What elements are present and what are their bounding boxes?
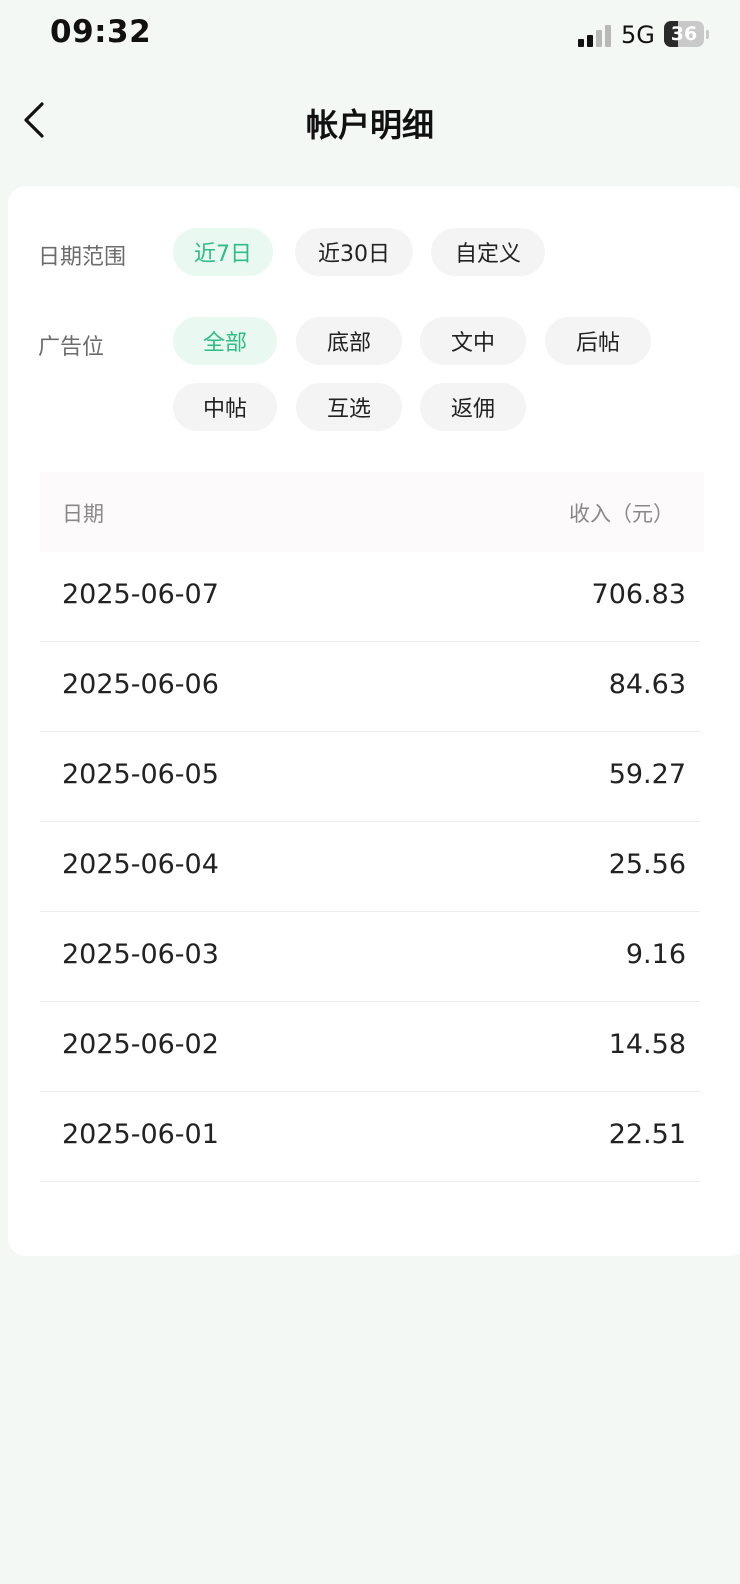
table-row: 2025-06-05 59.27	[40, 732, 700, 822]
row-date: 2025-06-03	[62, 939, 219, 970]
row-date: 2025-06-01	[62, 1119, 219, 1150]
table-row: 2025-06-03 9.16	[40, 912, 700, 1002]
ad-slot-option[interactable]: 返佣	[420, 383, 526, 431]
date-range-option[interactable]: 自定义	[431, 228, 545, 276]
signal-bar	[587, 35, 593, 47]
account-detail-card: 日期范围 近7日 近30日 自定义 广告位 全部 底部 文中 后帖 中帖 互选 …	[8, 186, 740, 1256]
income-table-body: 2025-06-07 706.83 2025-06-06 84.63 2025-…	[40, 552, 700, 1182]
table-header: 日期 收入（元）	[40, 472, 704, 552]
status-bar: 09:32 5G 36	[0, 0, 740, 72]
row-amount: 9.16	[625, 939, 686, 970]
row-amount: 59.27	[608, 759, 686, 790]
income-column-header: 收入（元）	[569, 502, 674, 526]
row-amount: 22.51	[608, 1119, 686, 1150]
ad-slot-option[interactable]: 互选	[296, 383, 402, 431]
row-amount: 84.63	[608, 669, 686, 700]
table-row: 2025-06-01 22.51	[40, 1092, 700, 1182]
battery-percent: 36	[670, 23, 698, 45]
ad-slot-option[interactable]: 中帖	[173, 383, 277, 431]
ad-slot-label: 广告位	[38, 335, 105, 360]
date-column-header: 日期	[62, 502, 104, 526]
row-date: 2025-06-05	[62, 759, 219, 790]
ad-slot-option[interactable]: 全部	[173, 317, 277, 365]
signal-bar	[596, 30, 602, 47]
table-row: 2025-06-07 706.83	[40, 552, 700, 642]
battery-tip	[706, 30, 709, 39]
cellular-signal-icon	[578, 25, 612, 47]
date-range-option[interactable]: 近30日	[295, 228, 413, 276]
ad-slot-option[interactable]: 文中	[420, 317, 526, 365]
signal-bar	[578, 39, 584, 47]
ad-slot-option[interactable]: 底部	[296, 317, 402, 365]
row-amount: 25.56	[608, 849, 686, 880]
row-date: 2025-06-04	[62, 849, 219, 880]
table-row: 2025-06-02 14.58	[40, 1002, 700, 1092]
row-date: 2025-06-07	[62, 579, 219, 610]
row-amount: 14.58	[608, 1029, 686, 1060]
date-range-option[interactable]: 近7日	[173, 228, 273, 276]
page-title: 帐户明细	[305, 106, 434, 144]
row-amount: 706.83	[591, 579, 686, 610]
ad-slot-option[interactable]: 后帖	[545, 317, 651, 365]
battery-icon: 36	[664, 21, 704, 47]
table-row: 2025-06-04 25.56	[40, 822, 700, 912]
table-row: 2025-06-06 84.63	[40, 642, 700, 732]
signal-bar	[605, 25, 611, 47]
row-date: 2025-06-02	[62, 1029, 219, 1060]
row-date: 2025-06-06	[62, 669, 219, 700]
date-range-label: 日期范围	[38, 245, 127, 270]
network-type: 5G	[621, 21, 655, 49]
status-time: 09:32	[50, 14, 152, 50]
